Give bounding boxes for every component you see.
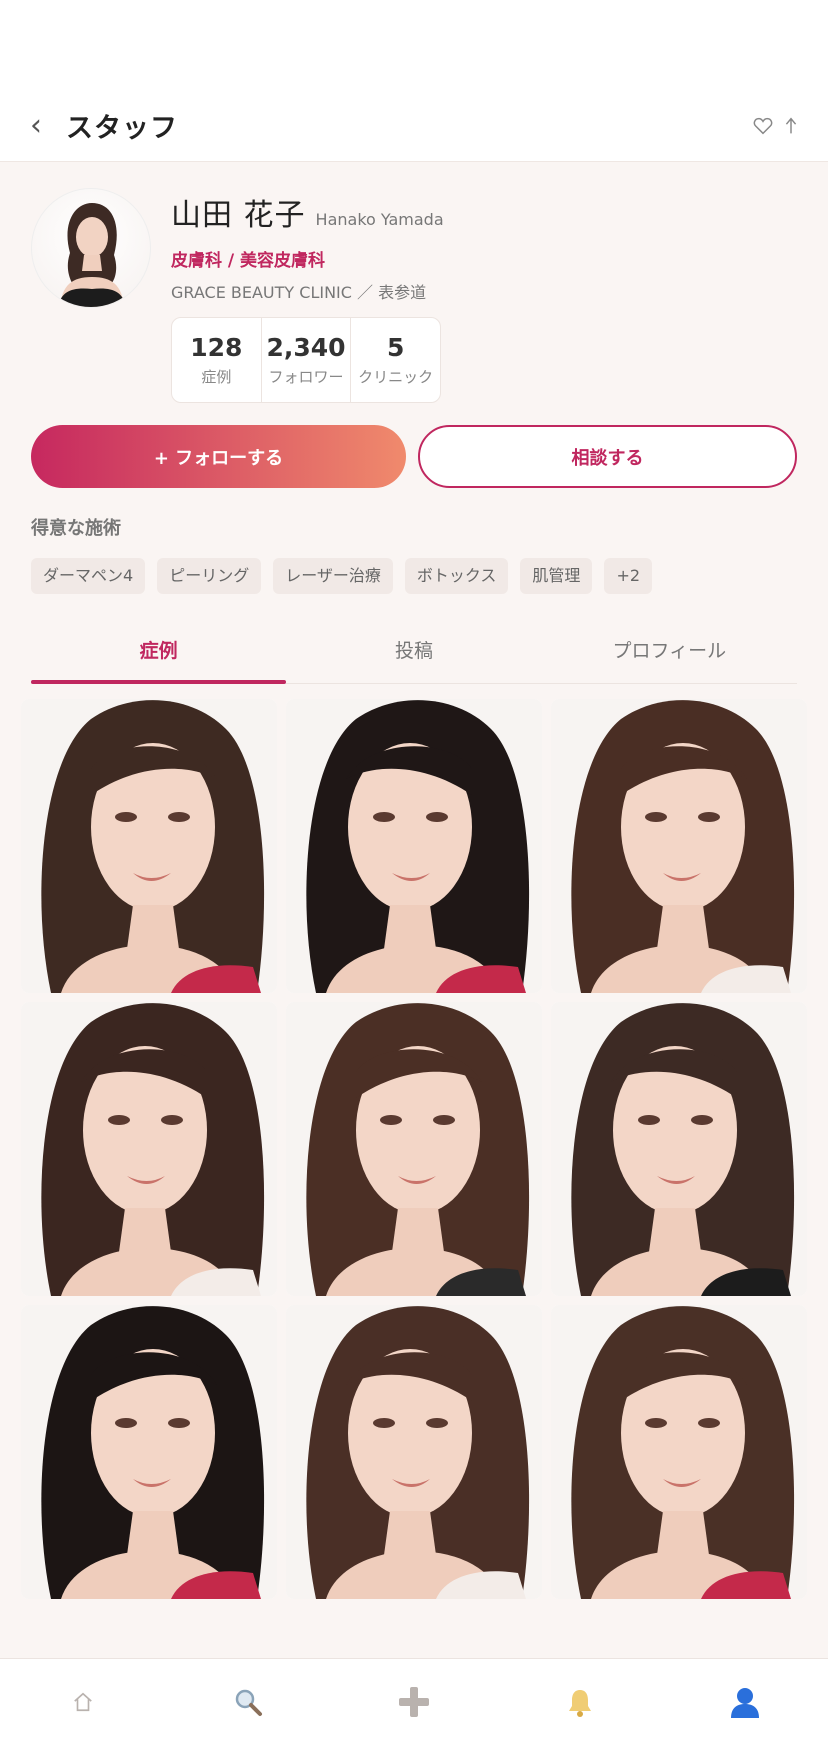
tab-cases[interactable]: 症例 bbox=[31, 624, 287, 684]
heart-icon[interactable] bbox=[752, 115, 774, 137]
stat-clinics[interactable]: 5 クリニック bbox=[351, 318, 440, 402]
case-photo[interactable] bbox=[21, 1305, 277, 1599]
more-tags[interactable]: +2 bbox=[604, 558, 653, 594]
stats-box: 128 症例 2,340 フォロワー 5 クリニック bbox=[171, 317, 441, 403]
stat-value: 5 bbox=[386, 333, 405, 362]
user-icon bbox=[728, 1685, 762, 1723]
stat-label: 症例 bbox=[201, 368, 232, 386]
header-actions bbox=[752, 115, 798, 137]
stat-label: クリニック bbox=[358, 368, 434, 386]
consult-button[interactable]: 相談する bbox=[418, 425, 797, 488]
specialty: 皮膚科 / 美容皮膚科 bbox=[171, 251, 326, 271]
action-buttons: + フォローする 相談する bbox=[0, 403, 828, 488]
tab-profile[interactable]: プロフィール bbox=[542, 624, 797, 683]
case-photo[interactable] bbox=[551, 1305, 807, 1599]
tab-posts[interactable]: 投稿 bbox=[286, 624, 541, 683]
avatar bbox=[31, 188, 151, 308]
nav-home[interactable] bbox=[0, 1691, 166, 1717]
plus-icon bbox=[397, 1685, 431, 1723]
page-title: スタッフ bbox=[66, 113, 178, 144]
nav-post[interactable] bbox=[331, 1685, 497, 1723]
staff-name-en: Hanako Yamada bbox=[315, 210, 444, 229]
share-icon[interactable] bbox=[784, 115, 798, 137]
case-photo[interactable] bbox=[551, 1002, 807, 1296]
skills-title: 得意な施術 bbox=[31, 518, 121, 539]
status-bar bbox=[0, 0, 828, 90]
skill-tag[interactable]: 肌管理 bbox=[520, 558, 593, 594]
stat-value: 2,340 bbox=[266, 333, 346, 362]
skill-tag[interactable]: ダーマペン4 bbox=[31, 558, 146, 594]
stat-label: フォロワー bbox=[268, 368, 344, 386]
nav-search[interactable] bbox=[166, 1686, 332, 1722]
nav-notifications[interactable] bbox=[497, 1686, 663, 1722]
stat-value: 128 bbox=[190, 333, 243, 362]
case-photo[interactable] bbox=[21, 1002, 277, 1296]
stat-cases[interactable]: 128 症例 bbox=[172, 318, 262, 402]
search-icon bbox=[232, 1686, 264, 1722]
skill-tag[interactable]: ボトックス bbox=[404, 558, 509, 594]
clinic-name[interactable]: GRACE BEAUTY CLINIC ／ 表参道 bbox=[171, 279, 444, 303]
skill-tag[interactable]: ピーリング bbox=[157, 558, 262, 594]
app-header: ‹ スタッフ bbox=[0, 90, 828, 162]
case-gallery bbox=[0, 684, 828, 1599]
home-icon bbox=[72, 1691, 94, 1717]
profile-info: 山田 花子 Hanako Yamada 皮膚科 / 美容皮膚科 GRACE BE… bbox=[171, 188, 444, 403]
nav-mypage[interactable] bbox=[662, 1685, 828, 1723]
profile-content: 山田 花子 Hanako Yamada 皮膚科 / 美容皮膚科 GRACE BE… bbox=[0, 162, 828, 1658]
case-photo[interactable] bbox=[21, 699, 277, 993]
staff-name: 山田 花子 bbox=[171, 198, 306, 233]
bell-icon bbox=[564, 1686, 596, 1722]
profile-header: 山田 花子 Hanako Yamada 皮膚科 / 美容皮膚科 GRACE BE… bbox=[0, 162, 828, 403]
skill-tag[interactable]: レーザー治療 bbox=[273, 558, 393, 594]
chevron-left-icon[interactable]: ‹ bbox=[30, 110, 62, 141]
follow-button[interactable]: + フォローする bbox=[31, 425, 406, 488]
case-photo[interactable] bbox=[286, 1305, 542, 1599]
stat-followers[interactable]: 2,340 フォロワー bbox=[262, 318, 352, 402]
profile-tabs: 症例 投稿 プロフィール bbox=[31, 624, 797, 684]
case-photo[interactable] bbox=[286, 1002, 542, 1296]
case-photo[interactable] bbox=[286, 699, 542, 993]
name-row: 山田 花子 Hanako Yamada bbox=[171, 190, 444, 234]
case-photo[interactable] bbox=[551, 699, 807, 993]
skill-tags: ダーマペン4 ピーリング レーザー治療 ボトックス 肌管理 +2 bbox=[0, 540, 828, 594]
bottom-navigation bbox=[0, 1658, 828, 1748]
